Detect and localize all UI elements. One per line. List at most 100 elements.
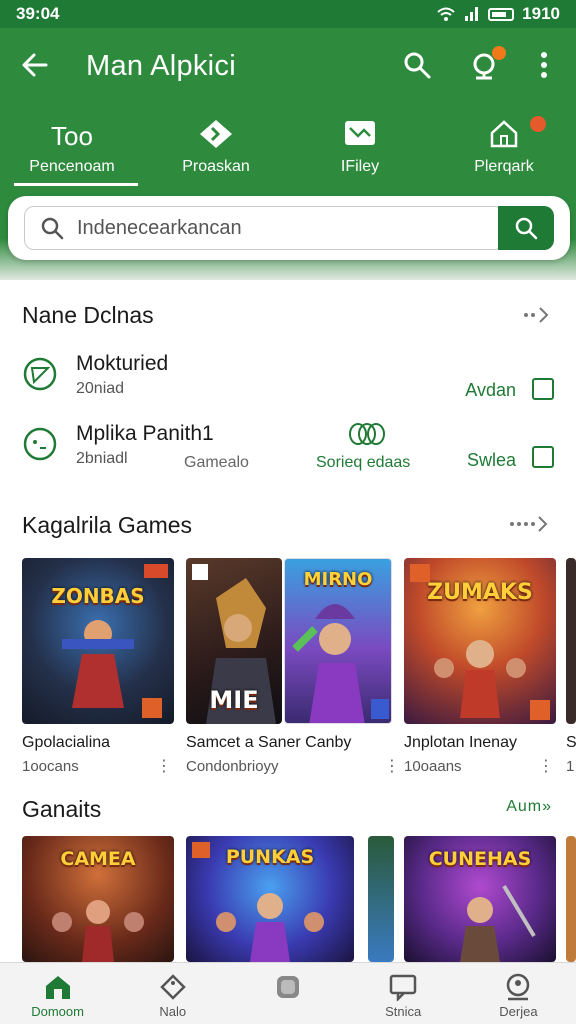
search-icon xyxy=(515,217,538,240)
game-card[interactable]: S 1 xyxy=(566,558,576,775)
game-card[interactable]: CUNEHAS xyxy=(404,836,556,962)
game-thumbnail xyxy=(368,836,394,962)
row-title: Mokturied xyxy=(76,352,169,375)
more-vert-icon[interactable]: ⋮ xyxy=(384,756,400,776)
tab-label: Pencenoam xyxy=(29,158,115,175)
wifi-icon xyxy=(437,7,455,21)
home-icon xyxy=(432,118,576,154)
game-card[interactable]: ZUMAKS Jnplotan Inenay 10oaans ⋮ xyxy=(404,558,556,775)
home-icon xyxy=(45,976,70,999)
profile-icon xyxy=(507,973,530,1001)
notification-icon[interactable] xyxy=(468,46,506,84)
hero-figure-icon xyxy=(62,620,162,718)
section-title: Ganaits xyxy=(22,796,102,822)
game-subtitle: 1oocans xyxy=(22,758,79,775)
tab-ifiley[interactable]: IFiley xyxy=(288,110,432,188)
search-area: Indenecearkancan xyxy=(0,188,576,280)
game-subtitle: 1 xyxy=(566,758,575,775)
back-arrow-icon[interactable] xyxy=(20,50,54,84)
row-title: Mplika Panith1 xyxy=(76,422,214,445)
tab-badge xyxy=(530,116,546,132)
checkbox[interactable] xyxy=(532,378,554,400)
game-subtitle: Condonbrioyy xyxy=(186,758,279,775)
row-action-label[interactable]: Avdan xyxy=(465,380,516,401)
tab-label: Plerqark xyxy=(474,158,534,175)
tab-proaskan[interactable]: Proaskan xyxy=(144,110,288,188)
more-vert-icon[interactable]: ⋮ xyxy=(538,756,554,776)
game-card[interactable] xyxy=(566,836,576,962)
search-icon[interactable] xyxy=(402,50,436,84)
chat-icon xyxy=(389,974,417,1001)
game-title: Samcet a Saner Canby xyxy=(186,734,352,751)
section-more-button[interactable] xyxy=(508,514,552,539)
game-title: S xyxy=(566,734,576,751)
game-card[interactable]: ZONBAS Gpolacialina 1oocans ⋮ xyxy=(22,558,174,775)
nav-label: Stnica xyxy=(385,1004,422,1019)
row-meta: Gamealo xyxy=(184,454,249,471)
page-title: Man Alpkici xyxy=(86,50,236,82)
diamond-arrow-icon xyxy=(144,118,288,154)
link-icon xyxy=(346,422,388,451)
signal-icon xyxy=(465,7,479,21)
nav-label: Derjea xyxy=(499,1004,538,1019)
notification-badge xyxy=(492,46,506,60)
more-vert-icon[interactable] xyxy=(530,50,564,84)
nav-label: Nalo xyxy=(159,1004,187,1019)
search-card: Indenecearkancan xyxy=(8,196,570,260)
game-thumbnail: CUNEHAS xyxy=(404,836,556,962)
game-thumbnail: CAMEA xyxy=(22,836,174,962)
more-vert-icon[interactable]: ⋮ xyxy=(156,756,172,776)
heroes-group-icon xyxy=(410,564,550,720)
row-subtitle: 20niad xyxy=(76,380,125,397)
game-card[interactable]: PUNKAS xyxy=(186,836,354,962)
search-text: Indenecearkancan xyxy=(77,216,242,239)
chevron-right-icon xyxy=(524,307,549,323)
search-input[interactable]: Indenecearkancan xyxy=(24,206,504,250)
game-art-title: MIE xyxy=(209,686,259,714)
chat-icon xyxy=(22,426,58,462)
nav-item-nalo[interactable]: Nalo xyxy=(115,963,230,1024)
game-card[interactable]: MIE Samcet a Saner Canby Condonbrioyy xyxy=(186,558,351,775)
image-icon xyxy=(288,118,432,154)
list-item[interactable]: Mokturied 20niad Avdan xyxy=(0,350,576,410)
compass-icon xyxy=(22,356,58,392)
checkbox[interactable] xyxy=(532,446,554,468)
tab-bar: Too Pencenoam Proaskan IFiley Plerqark xyxy=(0,110,576,188)
row-extra-link[interactable]: Sorieq edaas xyxy=(316,454,410,472)
status-bar: 39:04 1910 xyxy=(0,0,576,28)
section-more-link[interactable]: Aum» xyxy=(506,798,552,816)
search-icon xyxy=(41,217,64,240)
tab-plerqark[interactable]: Plerqark xyxy=(432,110,576,188)
nav-item-stnica[interactable]: Stnica xyxy=(346,963,461,1024)
game-thumbnail xyxy=(566,558,576,724)
list-item[interactable]: Mplika Panith1 2bniadl Gamealo Sorieq ed… xyxy=(0,420,576,480)
hero-figure-icon xyxy=(292,604,389,723)
game-thumbnail xyxy=(566,836,576,962)
square-icon xyxy=(277,976,299,998)
game-card[interactable]: MIRNO Samcet a Saner Canby ⋮ xyxy=(284,558,400,775)
search-button[interactable] xyxy=(498,206,554,250)
status-time: 39:04 xyxy=(16,4,60,23)
game-thumbnail: MIE xyxy=(186,558,282,724)
section-more-button[interactable] xyxy=(522,305,552,330)
game-card[interactable] xyxy=(368,836,394,962)
game-subtitle: 10oaans xyxy=(404,758,462,775)
tab-label: Proaskan xyxy=(182,158,250,175)
tab-pencenoam[interactable]: Too Pencenoam xyxy=(0,110,144,188)
battery-text: 1910 xyxy=(522,4,560,23)
nav-item-home[interactable]: Domoom xyxy=(0,963,115,1024)
nav-label: Domoom xyxy=(31,1004,84,1019)
row-action-label[interactable]: Swlea xyxy=(467,450,516,471)
section-title: Kagalrila Games xyxy=(22,512,193,538)
chevron-right-icon xyxy=(510,516,548,532)
nav-item-center[interactable] xyxy=(230,963,345,1024)
section-title: Nane Dclnas xyxy=(22,302,154,328)
tab-text-icon: Too xyxy=(51,121,93,151)
game-thumbnail: ZUMAKS xyxy=(404,558,556,724)
row-subtitle: 2bniadl xyxy=(76,450,128,467)
nav-item-profile[interactable]: Derjea xyxy=(461,963,576,1024)
game-card[interactable]: CAMEA xyxy=(22,836,174,962)
bottom-nav: Domoom Nalo Stnica Derjea xyxy=(0,962,576,1024)
game-thumbnail: ZONBAS xyxy=(22,558,174,724)
heroes-group-icon xyxy=(192,842,324,962)
